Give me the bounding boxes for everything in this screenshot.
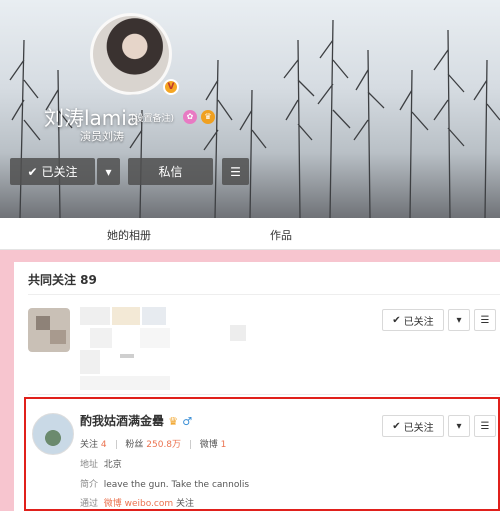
member-badge-icon: ✿ — [183, 110, 197, 124]
weibo-count[interactable]: 1 — [221, 440, 227, 450]
pixel-block — [90, 328, 112, 348]
user-bio: 简介 leave the gun. Take the cannolis — [80, 480, 250, 490]
weibo-source-link[interactable]: 微博 weibo.com — [104, 499, 173, 509]
divider — [115, 440, 117, 449]
check-icon: ✔ — [392, 420, 401, 432]
follow-status-button[interactable]: ✔ 已关注 — [10, 158, 95, 185]
profile-name: 刘涛lamia — [44, 106, 140, 130]
user-stats: 关注 4 粉丝 250.8万 微博 1 — [80, 440, 227, 450]
follow-status-button[interactable]: ✔ 已关注 — [382, 309, 444, 331]
follow-dropdown-button[interactable]: ▾ — [448, 309, 470, 331]
follow-dropdown-button[interactable]: ▾ — [97, 158, 120, 185]
pixel-block — [142, 307, 166, 325]
menu-icon: ☰ — [480, 314, 490, 326]
chevron-down-icon: ▾ — [105, 164, 112, 179]
chevron-down-icon: ▾ — [456, 314, 462, 326]
pixel-block — [230, 325, 246, 341]
profile-avatar[interactable] — [90, 13, 172, 95]
pixel-block — [80, 350, 100, 374]
private-message-button[interactable]: 私信 — [128, 158, 213, 185]
pixel-block — [120, 354, 134, 358]
more-menu-button[interactable]: ☰ — [474, 309, 496, 331]
chevron-down-icon: ▾ — [456, 420, 462, 432]
profile-tabs: 她的相册 作品 — [0, 218, 500, 250]
pixel-block — [80, 307, 110, 325]
menu-icon: ☰ — [480, 420, 490, 432]
user-location: 地址 北京 — [80, 460, 122, 470]
set-remark-link[interactable]: (设置备注) — [131, 111, 174, 124]
tab-album[interactable]: 她的相册 — [107, 227, 151, 243]
vip-badge-icon: ♛ — [168, 415, 179, 428]
check-icon: ✔ — [392, 314, 401, 326]
pixel-block — [36, 316, 50, 330]
pixel-block — [112, 307, 140, 325]
follow-dropdown-button[interactable]: ▾ — [448, 415, 470, 437]
male-icon: ♂ — [182, 415, 193, 428]
mutual-follows-title: 共同关注 89 — [28, 273, 97, 287]
user-name[interactable]: 酌我姑酒满金罍 ♛ ♂ — [80, 412, 192, 429]
profile-subtitle: 演员刘涛 — [80, 130, 124, 143]
divider — [189, 440, 191, 449]
following-count[interactable]: 4 — [101, 440, 107, 450]
pixel-block — [80, 376, 170, 390]
check-icon: ✔ — [27, 164, 38, 179]
follow-source: 通过 微博 weibo.com 关注 — [80, 499, 195, 509]
more-menu-button[interactable]: ☰ — [222, 158, 249, 185]
pixel-block — [50, 330, 66, 344]
tab-works[interactable]: 作品 — [270, 227, 292, 243]
divider — [28, 394, 500, 395]
divider — [28, 294, 500, 295]
more-menu-button[interactable]: ☰ — [474, 415, 496, 437]
user-avatar[interactable] — [32, 413, 74, 455]
verified-badge-icon: V — [163, 79, 179, 95]
fans-count[interactable]: 250.8万 — [146, 440, 181, 450]
menu-icon: ☰ — [230, 164, 241, 179]
pixel-block — [140, 328, 170, 348]
vip-badge-icon: ♛ — [201, 110, 215, 124]
follow-status-button[interactable]: ✔ 已关注 — [382, 415, 444, 437]
